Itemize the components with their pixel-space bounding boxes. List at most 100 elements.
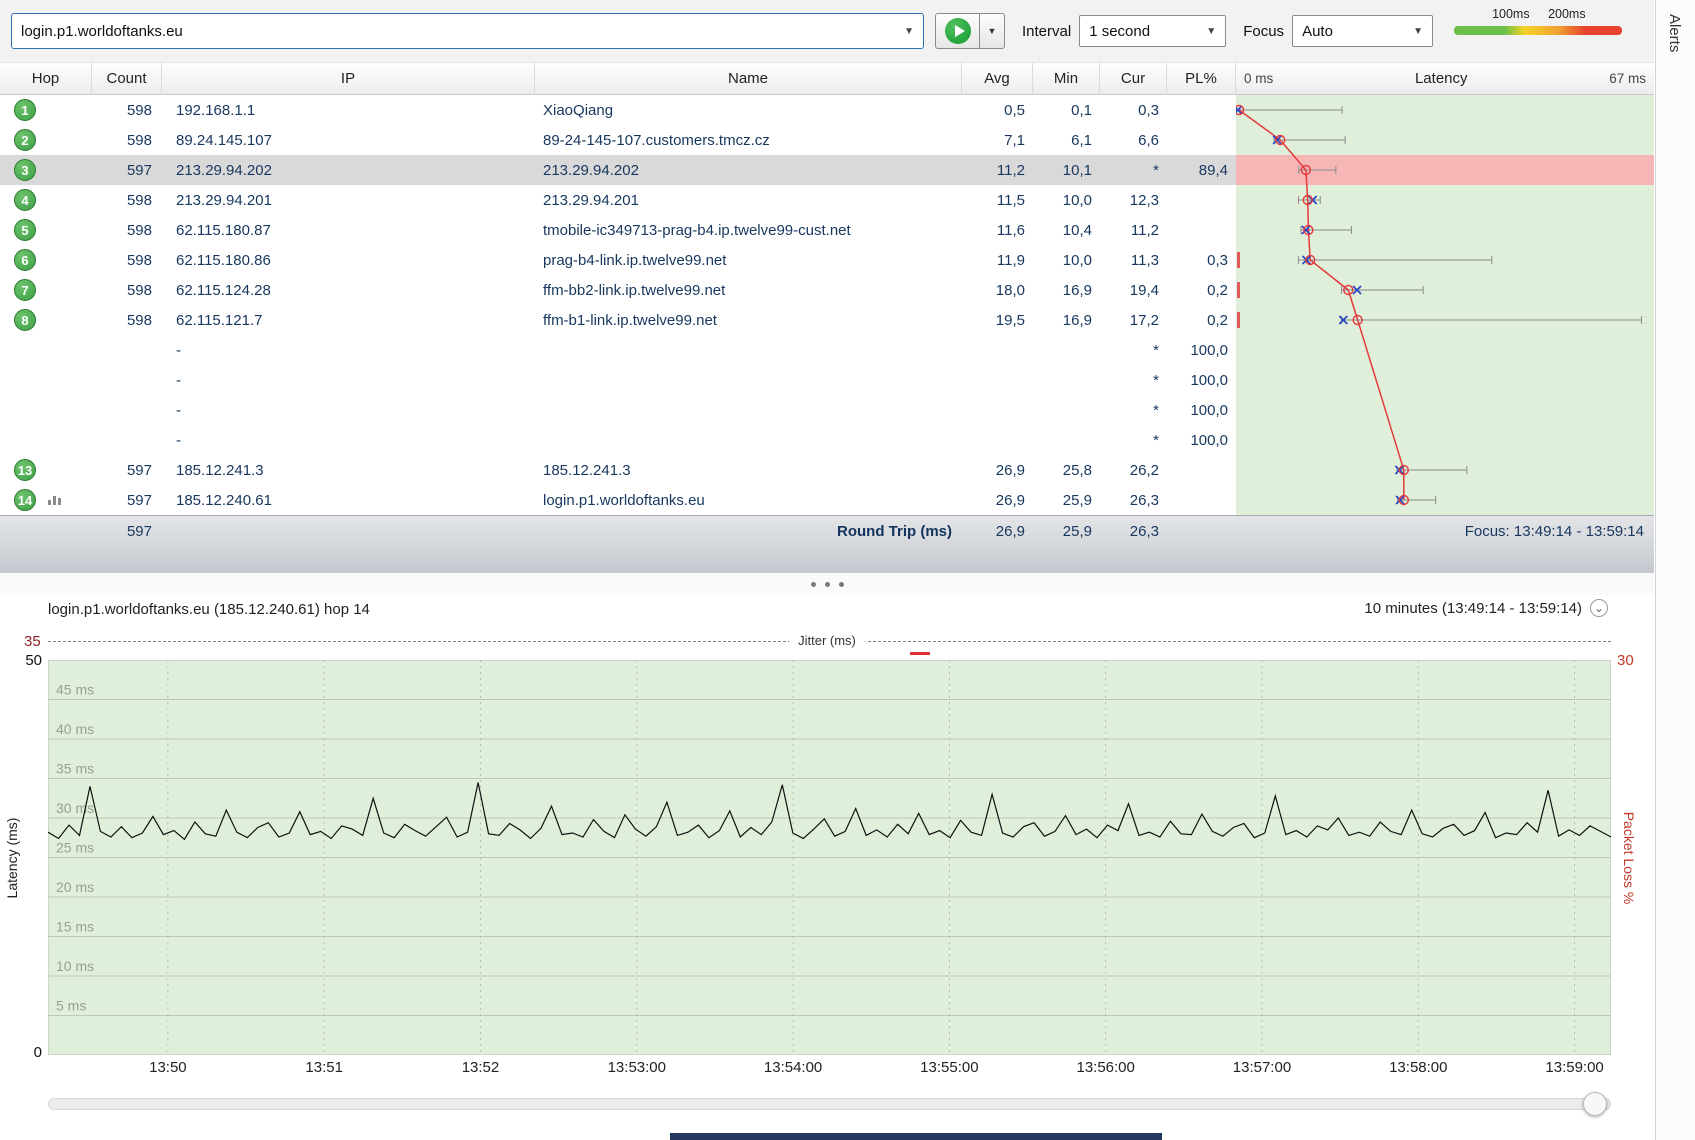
cell-count: 598 xyxy=(92,245,162,275)
table-row[interactable]: -*100,0 xyxy=(0,365,1654,395)
cell-min xyxy=(1033,365,1100,395)
cell-min: 25,8 xyxy=(1033,455,1100,485)
cell-min xyxy=(1033,395,1100,425)
cell-min xyxy=(1033,335,1100,365)
packet-loss-marker xyxy=(910,652,930,655)
svg-text:15 ms: 15 ms xyxy=(56,919,94,935)
chevron-down-icon: ▼ xyxy=(1206,26,1216,37)
cell-ip: - xyxy=(162,425,535,455)
cell-ip: 213.29.94.201 xyxy=(162,185,535,215)
svg-text:25 ms: 25 ms xyxy=(56,840,94,856)
cell-cur: * xyxy=(1100,395,1167,425)
cell-min: 0,1 xyxy=(1033,95,1100,125)
timeline-header: login.p1.worldoftanks.eu (185.12.240.61)… xyxy=(0,595,1654,625)
header-cur[interactable]: Cur xyxy=(1100,63,1167,94)
table-row[interactable]: 14597185.12.240.61login.p1.worldoftanks.… xyxy=(0,485,1654,515)
interval-select[interactable]: 1 second ▼ xyxy=(1079,15,1226,47)
cell-avg xyxy=(962,365,1033,395)
table-row[interactable]: 259889.24.145.10789-24-145-107.customers… xyxy=(0,125,1654,155)
svg-text:5 ms: 5 ms xyxy=(56,998,86,1014)
latency-graph-cell xyxy=(1236,245,1654,275)
x-tick-label: 13:58:00 xyxy=(1389,1059,1447,1076)
cell-min: 10,4 xyxy=(1033,215,1100,245)
table-row[interactable]: 859862.115.121.7ffm-b1-link.ip.twelve99.… xyxy=(0,305,1654,335)
table-row[interactable]: 1598192.168.1.1XiaoQiang0,50,10,3 xyxy=(0,95,1654,125)
interval-label: Interval xyxy=(1022,23,1071,40)
cell-count xyxy=(92,335,162,365)
x-tick-label: 13:57:00 xyxy=(1233,1059,1291,1076)
latency-graph-cell xyxy=(1236,485,1654,515)
cell-name xyxy=(535,335,962,365)
right-axis-max: 30 xyxy=(1617,652,1634,669)
header-name[interactable]: Name xyxy=(535,63,962,94)
start-options-dropdown[interactable]: ▼ xyxy=(979,13,1005,49)
header-ip[interactable]: IP xyxy=(162,63,535,94)
cell-pl: 0,2 xyxy=(1167,275,1236,305)
cell-min: 10,1 xyxy=(1033,155,1100,185)
cell-count xyxy=(92,395,162,425)
cell-avg: 11,2 xyxy=(962,155,1033,185)
table-row[interactable]: 559862.115.180.87tmobile-ic349713-prag-b… xyxy=(0,215,1654,245)
cell-avg: 18,0 xyxy=(962,275,1033,305)
table-row[interactable]: 759862.115.124.28ffm-bb2-link.ip.twelve9… xyxy=(0,275,1654,305)
trace-table-header: Hop Count IP Name Avg Min Cur PL% 0 ms L… xyxy=(0,62,1654,95)
x-tick-label: 13:56:00 xyxy=(1076,1059,1134,1076)
table-row[interactable]: 3597213.29.94.202213.29.94.20211,210,1*8… xyxy=(0,155,1654,185)
focus-range: Focus: 13:49:14 - 13:59:14 xyxy=(1236,516,1654,546)
timeline-chart[interactable]: 45 ms40 ms35 ms30 ms25 ms20 ms15 ms10 ms… xyxy=(48,660,1611,1055)
cell-avg xyxy=(962,395,1033,425)
table-row[interactable]: -*100,0 xyxy=(0,395,1654,425)
hop-badge: 1 xyxy=(14,99,36,121)
cell-cur: * xyxy=(1100,425,1167,455)
cell-pl xyxy=(1167,485,1236,515)
summary-hop-cell xyxy=(0,516,92,546)
scrollbar-thumb[interactable] xyxy=(1583,1092,1607,1116)
chevron-down-icon[interactable]: ▼ xyxy=(904,26,914,37)
cell-avg: 26,9 xyxy=(962,455,1033,485)
latency-color-bar xyxy=(1454,26,1622,35)
panel-splitter[interactable] xyxy=(0,573,1654,595)
cell-name: tmobile-ic349713-prag-b4.ip.twelve99-cus… xyxy=(535,215,962,245)
header-latency[interactable]: 0 ms Latency 67 ms xyxy=(1236,63,1654,94)
table-row[interactable]: 13597185.12.241.3185.12.241.326,925,826,… xyxy=(0,455,1654,485)
start-trace-button[interactable] xyxy=(935,13,979,49)
timeline-chart-area: 50 0 Latency (ms) 45 ms40 ms35 ms30 ms25… xyxy=(0,660,1654,1055)
latency-scale-legend: 100ms 200ms xyxy=(1454,0,1622,62)
cell-cur: * xyxy=(1100,155,1167,185)
cell-count xyxy=(92,365,162,395)
header-avg[interactable]: Avg xyxy=(962,63,1033,94)
toolbar: login.p1.worldoftanks.eu ▼ ▼ Interval 1 … xyxy=(0,0,1654,63)
cell-count: 597 xyxy=(92,485,162,515)
cell-hop xyxy=(0,365,92,395)
timeline-scrollbar[interactable] xyxy=(48,1098,1611,1110)
cell-avg: 11,9 xyxy=(962,245,1033,275)
cell-name xyxy=(535,425,962,455)
focus-select[interactable]: Auto ▼ xyxy=(1292,15,1433,47)
target-input[interactable]: login.p1.worldoftanks.eu ▼ xyxy=(11,13,924,49)
cell-name: ffm-b1-link.ip.twelve99.net xyxy=(535,305,962,335)
cell-count: 598 xyxy=(92,185,162,215)
header-hop[interactable]: Hop xyxy=(0,63,92,94)
cell-ip: - xyxy=(162,335,535,365)
table-row[interactable]: -*100,0 xyxy=(0,335,1654,365)
cell-hop: 8 xyxy=(0,305,92,335)
header-count[interactable]: Count xyxy=(92,63,162,94)
table-row[interactable]: 4598213.29.94.201213.29.94.20111,510,012… xyxy=(0,185,1654,215)
bar-chart-icon xyxy=(48,496,61,505)
latency-graph-cell xyxy=(1236,125,1654,155)
cell-pl: 100,0 xyxy=(1167,425,1236,455)
collapse-chevron-icon[interactable]: ⌄ xyxy=(1590,599,1608,617)
cell-ip: 192.168.1.1 xyxy=(162,95,535,125)
cell-count: 598 xyxy=(92,95,162,125)
cell-ip: 89.24.145.107 xyxy=(162,125,535,155)
timeline-title: login.p1.worldoftanks.eu (185.12.240.61)… xyxy=(48,601,370,618)
header-min[interactable]: Min xyxy=(1033,63,1100,94)
svg-text:10 ms: 10 ms xyxy=(56,958,94,974)
round-trip-label: Round Trip (ms) xyxy=(837,523,952,540)
table-row[interactable]: - *100,0 xyxy=(0,425,1654,455)
chevron-down-icon: ▼ xyxy=(988,26,997,36)
tab-alerts[interactable]: Alerts xyxy=(1663,8,1686,58)
table-row[interactable]: 659862.115.180.86prag-b4-link.ip.twelve9… xyxy=(0,245,1654,275)
header-pl[interactable]: PL% xyxy=(1167,63,1236,94)
cell-pl xyxy=(1167,215,1236,245)
